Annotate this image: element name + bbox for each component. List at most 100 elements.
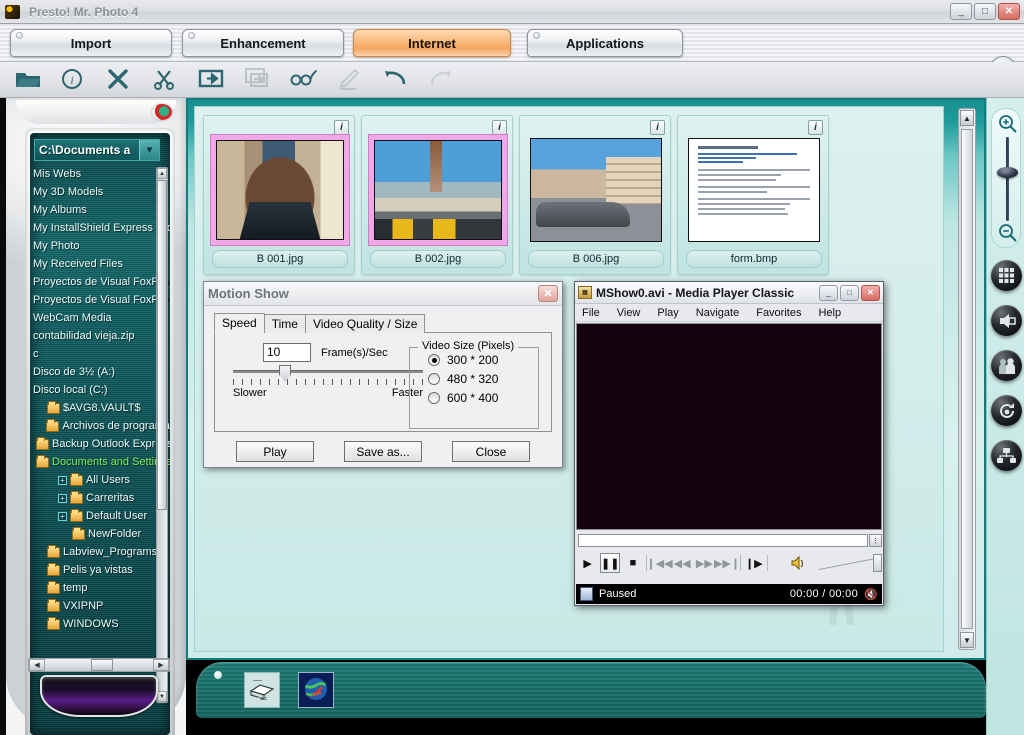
tree-item[interactable]: Documents and Settings xyxy=(33,453,170,471)
network-send-button[interactable] xyxy=(991,440,1022,471)
tree-item[interactable]: Archivos de programa xyxy=(33,417,170,435)
mpc-maximize-button[interactable]: □ xyxy=(840,284,859,301)
tab-enhancement[interactable]: Enhancement xyxy=(182,29,344,57)
radio-600x400-icon[interactable] xyxy=(428,392,440,404)
tree-item[interactable]: VXIPNP xyxy=(33,597,170,615)
video-size-option-0[interactable]: 300 * 200 xyxy=(428,353,538,367)
workspace-scroll-thumb[interactable] xyxy=(961,129,973,629)
tree-item[interactable]: + Default User xyxy=(33,507,170,525)
menu-item-navigate[interactable]: Navigate xyxy=(696,307,739,319)
thumbnail-info-button[interactable]: i xyxy=(492,120,507,135)
speed-slider[interactable]: Slower Faster xyxy=(233,365,423,399)
hscroll-right-button[interactable]: ▶ xyxy=(153,659,169,671)
mpc-minimize-button[interactable]: _ xyxy=(819,284,838,301)
play-button[interactable]: Play xyxy=(236,441,314,462)
hscroll-left-button[interactable]: ◀ xyxy=(29,659,45,671)
tree-expander-icon[interactable]: + xyxy=(58,511,67,521)
thumbnail-item[interactable]: i B 006.jpg xyxy=(519,115,671,275)
slideshow-button[interactable] xyxy=(991,305,1022,336)
thumbnail-info-button[interactable]: i xyxy=(334,120,349,135)
export-icon[interactable] xyxy=(198,67,226,93)
workspace-vertical-scrollbar[interactable]: ▲ ▼ xyxy=(958,108,976,650)
radio-300x200-icon[interactable] xyxy=(428,354,440,366)
tree-item[interactable]: temp xyxy=(33,579,170,597)
tree-item[interactable]: + Carreritas xyxy=(33,489,170,507)
hscroll-thumb[interactable] xyxy=(91,659,113,671)
thumbnail-info-button[interactable]: i xyxy=(650,120,665,135)
tree-item[interactable]: $AVG8.VAULT$ xyxy=(33,399,170,417)
speaker-icon[interactable] xyxy=(789,553,810,573)
zoom-out-icon[interactable] xyxy=(998,223,1017,242)
tree-scroll-down-button[interactable]: ▼ xyxy=(157,691,167,702)
glasses-icon[interactable] xyxy=(290,67,318,93)
menu-item-favorites[interactable]: Favorites xyxy=(756,307,801,319)
tree-item[interactable]: WINDOWS xyxy=(33,615,170,633)
tree-item[interactable]: My InstallShield Express Pro xyxy=(33,219,170,237)
tree-item[interactable]: Mis Webs xyxy=(33,165,170,183)
tab-internet[interactable]: Internet xyxy=(353,29,511,57)
people-button[interactable] xyxy=(991,350,1022,381)
tree-item[interactable]: My Received Files xyxy=(33,255,170,273)
seek-bar[interactable] xyxy=(578,534,868,547)
tree-item[interactable]: My Albums xyxy=(33,201,170,219)
bottom-tray[interactable] xyxy=(196,662,986,718)
scissors-icon[interactable] xyxy=(152,67,180,93)
frame-step-button[interactable]: ❙▶ xyxy=(744,553,764,573)
speed-slider-track[interactable] xyxy=(233,370,423,373)
skip-back-button[interactable]: ❙◀◀ xyxy=(646,553,672,573)
rewind-button[interactable]: ◀◀ xyxy=(672,553,691,573)
tab-speed[interactable]: Speed xyxy=(214,313,265,333)
fps-input[interactable]: 10 xyxy=(263,343,311,362)
tab-import[interactable]: Import xyxy=(10,29,172,57)
minimize-button[interactable]: _ xyxy=(950,3,972,20)
folder-tree[interactable]: Mis Webs My 3D Models My Albums My InstallS… xyxy=(30,165,170,707)
stop-button[interactable]: ■ xyxy=(623,553,642,573)
mute-icon[interactable]: 🔇 xyxy=(864,588,878,601)
tree-expander-icon[interactable]: + xyxy=(58,493,67,503)
close-button[interactable]: ✕ xyxy=(998,3,1020,20)
thumbnail-item[interactable]: i form.bmp xyxy=(677,115,829,275)
video-surface[interactable] xyxy=(576,323,882,530)
volume-slider[interactable] xyxy=(818,544,882,573)
tree-item[interactable]: WebCam Media xyxy=(33,309,170,327)
tree-expander-icon[interactable]: + xyxy=(58,475,67,485)
tree-item[interactable]: NewFolder xyxy=(33,525,170,543)
undo-icon[interactable] xyxy=(382,67,410,93)
menu-item-play[interactable]: Play xyxy=(657,307,678,319)
delete-x-icon[interactable] xyxy=(106,67,134,93)
chevron-down-icon[interactable]: ▼ xyxy=(139,140,159,160)
video-size-option-2[interactable]: 600 * 400 xyxy=(428,391,538,405)
workspace-scroll-down-button[interactable]: ▼ xyxy=(960,632,974,648)
tab-video-quality-size[interactable]: Video Quality / Size xyxy=(304,314,426,333)
tree-scroll-up-button[interactable]: ▲ xyxy=(157,168,167,179)
thumbnail-item[interactable]: i B 002.jpg xyxy=(361,115,513,275)
zoom-slider-track[interactable] xyxy=(1006,137,1009,221)
open-folder-icon[interactable] xyxy=(14,67,42,93)
tree-item[interactable]: Disco de 3½ (A:) xyxy=(33,363,170,381)
tree-item[interactable]: c xyxy=(33,345,170,363)
workspace-scroll-up-button[interactable]: ▲ xyxy=(960,110,974,126)
fast-forward-button[interactable]: ▶▶ xyxy=(695,553,714,573)
zoom-in-icon[interactable] xyxy=(998,114,1017,133)
menu-item-help[interactable]: Help xyxy=(818,307,841,319)
tree-horizontal-scrollbar[interactable]: ◀ ▶ xyxy=(28,658,170,672)
tree-item[interactable]: Proyectos de Visual FoxPro xyxy=(33,273,170,291)
thumbnail-item[interactable]: i B 001.jpg xyxy=(203,115,355,275)
tree-item[interactable]: Pelis ya vistas xyxy=(33,561,170,579)
tree-scroll-thumb[interactable] xyxy=(157,180,167,510)
path-dropdown[interactable]: C:\Documents a ▼ xyxy=(34,139,160,161)
close-dialog-button[interactable]: Close xyxy=(452,441,530,462)
rotate-button[interactable] xyxy=(991,395,1022,426)
tree-item[interactable]: My 3D Models xyxy=(33,183,170,201)
tab-applications[interactable]: Applications xyxy=(527,29,683,57)
zoom-slider-thumb[interactable] xyxy=(997,167,1018,178)
skip-forward-button[interactable]: ▶▶❙ xyxy=(714,553,740,573)
info-icon[interactable]: i xyxy=(60,67,88,93)
tray-internet-item[interactable] xyxy=(298,672,334,708)
mpc-close-button[interactable]: ✕ xyxy=(861,284,880,301)
video-size-option-1[interactable]: 480 * 320 xyxy=(428,372,538,386)
tree-item[interactable]: Disco local (C:) xyxy=(33,381,170,399)
menu-item-view[interactable]: View xyxy=(617,307,641,319)
save-as-button[interactable]: Save as... xyxy=(344,441,422,462)
maximize-button[interactable]: □ xyxy=(974,3,996,20)
